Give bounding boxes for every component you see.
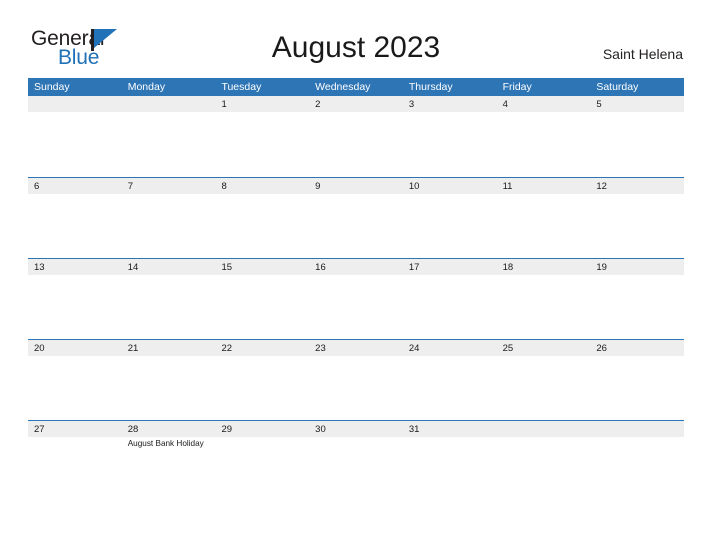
day-number	[503, 423, 587, 436]
day-cell[interactable]	[28, 96, 122, 177]
day-number: 13	[34, 262, 45, 273]
day-cell[interactable]: 1	[215, 96, 309, 177]
day-cell[interactable]: 8	[215, 178, 309, 258]
day-cell[interactable]: 22	[215, 340, 309, 420]
day-cell[interactable]	[497, 421, 591, 501]
page-header: General Blue August 2023 Saint Helena	[0, 0, 712, 75]
day-number: 3	[408, 99, 415, 110]
day-number: 27	[34, 424, 45, 435]
week-row: 13 14 15 16 17 18 19	[28, 258, 684, 339]
day-number: 7	[127, 181, 134, 192]
day-number: 23	[315, 343, 326, 354]
day-cell[interactable]: 24	[403, 340, 497, 420]
day-cell[interactable]: 25	[497, 340, 591, 420]
holiday-label: August Bank Holiday	[127, 439, 204, 448]
day-number: 30	[315, 424, 326, 435]
day-number: 8	[221, 181, 227, 192]
day-cell[interactable]: 7	[122, 178, 216, 258]
day-number: 24	[408, 343, 420, 354]
day-number: 15	[221, 262, 233, 273]
day-cell[interactable]: 3	[403, 96, 497, 177]
day-number: 5	[596, 99, 602, 110]
day-number: 6	[34, 181, 40, 192]
weekday-header-row: Sunday Monday Tuesday Wednesday Thursday…	[28, 78, 684, 96]
week-row: 1 2 3 4 5	[28, 96, 684, 177]
week-row: 6 7 8 9 10 11 12	[28, 177, 684, 258]
day-cell[interactable]: 18	[497, 259, 591, 339]
day-cell[interactable]: 14	[122, 259, 216, 339]
day-cell[interactable]: 13	[28, 259, 122, 339]
day-number: 16	[315, 262, 326, 273]
day-cell[interactable]: 4	[497, 96, 591, 177]
day-number: 31	[408, 424, 420, 435]
week-row: 27 28 August Bank Holiday 29 30 31	[28, 420, 684, 501]
day-cell[interactable]: 17	[403, 259, 497, 339]
day-cell[interactable]: 21	[122, 340, 216, 420]
weekday-header-tuesday: Tuesday	[221, 81, 262, 93]
day-number	[596, 423, 680, 436]
day-number: 26	[596, 343, 607, 354]
day-cell[interactable]: 31	[403, 421, 497, 501]
weekday-header-wednesday: Wednesday	[315, 81, 371, 93]
weekday-header-thursday: Thursday	[408, 81, 453, 93]
weekday-header-sunday: Sunday	[34, 81, 70, 93]
weekday-header-saturday: Saturday	[596, 81, 639, 93]
day-number: 17	[408, 262, 420, 273]
day-number: 11	[502, 181, 513, 192]
day-cell[interactable]: 23	[309, 340, 403, 420]
day-cell[interactable]: 10	[403, 178, 497, 258]
day-cell[interactable]	[590, 421, 684, 501]
day-number: 25	[502, 343, 514, 354]
day-number: 29	[221, 424, 233, 435]
day-cell[interactable]: 19	[590, 259, 684, 339]
day-cell[interactable]: 5	[590, 96, 684, 177]
calendar-grid: Sunday Monday Tuesday Wednesday Thursday…	[28, 78, 684, 501]
day-cell[interactable]: 30	[309, 421, 403, 501]
day-cell[interactable]: 15	[215, 259, 309, 339]
day-cell[interactable]: 26	[590, 340, 684, 420]
day-cell[interactable]: 2	[309, 96, 403, 177]
day-number	[128, 98, 212, 111]
day-number: 21	[127, 343, 139, 354]
day-cell[interactable]: 12	[590, 178, 684, 258]
day-cell[interactable]: 9	[309, 178, 403, 258]
day-number: 2	[315, 99, 321, 110]
day-number: 19	[596, 262, 607, 273]
day-cell[interactable]: 28 August Bank Holiday	[122, 421, 216, 501]
day-number: 10	[408, 181, 420, 192]
day-number: 14	[127, 262, 139, 273]
day-number: 20	[34, 343, 45, 354]
day-number: 9	[315, 181, 321, 192]
day-cell[interactable]: 11	[497, 178, 591, 258]
day-cell[interactable]: 27	[28, 421, 122, 501]
weekday-header-monday: Monday	[127, 81, 166, 93]
day-cell[interactable]: 20	[28, 340, 122, 420]
day-number: 12	[596, 181, 607, 192]
day-number: 4	[502, 99, 508, 110]
day-cell[interactable]: 16	[309, 259, 403, 339]
day-number: 18	[502, 262, 514, 273]
day-number: 1	[221, 99, 227, 110]
day-number: 28	[127, 424, 139, 435]
day-number: 22	[221, 343, 233, 354]
location-label: Saint Helena	[602, 46, 683, 62]
day-number	[34, 98, 118, 111]
day-cell[interactable]: 6	[28, 178, 122, 258]
day-cell[interactable]	[122, 96, 216, 177]
day-cell[interactable]: 29	[215, 421, 309, 501]
week-row: 20 21 22 23 24 25 26	[28, 339, 684, 420]
weekday-header-friday: Friday	[502, 81, 532, 93]
